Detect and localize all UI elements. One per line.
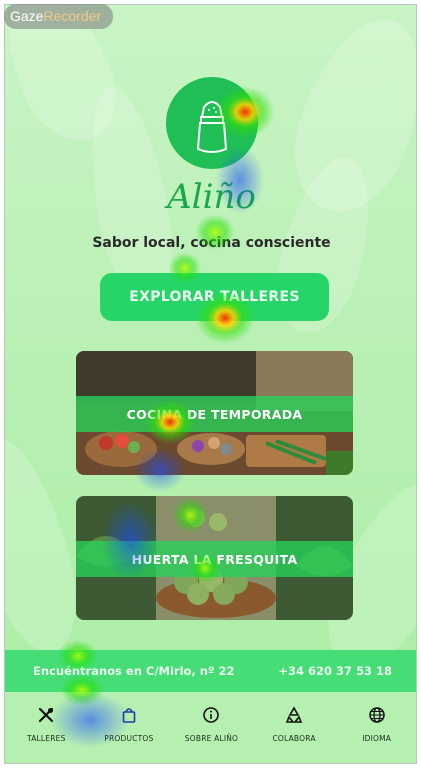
nav-item-idioma[interactable]: IDIOMA [335, 692, 416, 763]
nav-item-productos[interactable]: PRODUCTOS [88, 692, 171, 763]
globe-icon [368, 707, 385, 723]
contact-bar: Encuéntranos en C/Mirlo, nº 22 +34 620 3… [5, 650, 416, 692]
tagline: Sabor local, cocina consciente [92, 235, 331, 251]
card-huerta-la-fresquita[interactable]: HUERTA LA FRESQUITA [76, 496, 353, 620]
salt-shaker-icon [196, 101, 228, 153]
shopping-bag-icon [122, 708, 136, 723]
card-seasonal-cooking[interactable]: COCINA DE TEMPORADA [76, 351, 353, 475]
nav-item-talleres[interactable]: TALLERES [5, 692, 88, 763]
utensils-icon [39, 707, 54, 723]
phone-link[interactable]: +34 620 37 53 18 [278, 664, 392, 678]
brand-name: Aliño [167, 177, 256, 217]
logo [166, 77, 258, 169]
nav-item-colabora[interactable]: COLABORA [253, 692, 336, 763]
address-text: Encuéntranos en C/Mirlo, nº 22 [33, 664, 235, 678]
card-label-band: HUERTA LA FRESQUITA [76, 541, 353, 577]
gaze-recorder-watermark: GazeRecorder [4, 4, 113, 29]
app-screen: Aliño Sabor local, cocina consciente EXP… [4, 4, 417, 764]
info-icon [203, 707, 220, 723]
explore-workshops-button[interactable]: EXPLORAR TALLERES [100, 273, 329, 321]
bottom-navigation: TALLERES PRODUCTOS SOBRE ALIÑO COLABORA … [5, 692, 416, 763]
nav-item-sobre-alino[interactable]: SOBRE ALIÑO [170, 692, 253, 763]
recycle-icon [285, 706, 303, 723]
card-label-band: COCINA DE TEMPORADA [76, 396, 353, 432]
